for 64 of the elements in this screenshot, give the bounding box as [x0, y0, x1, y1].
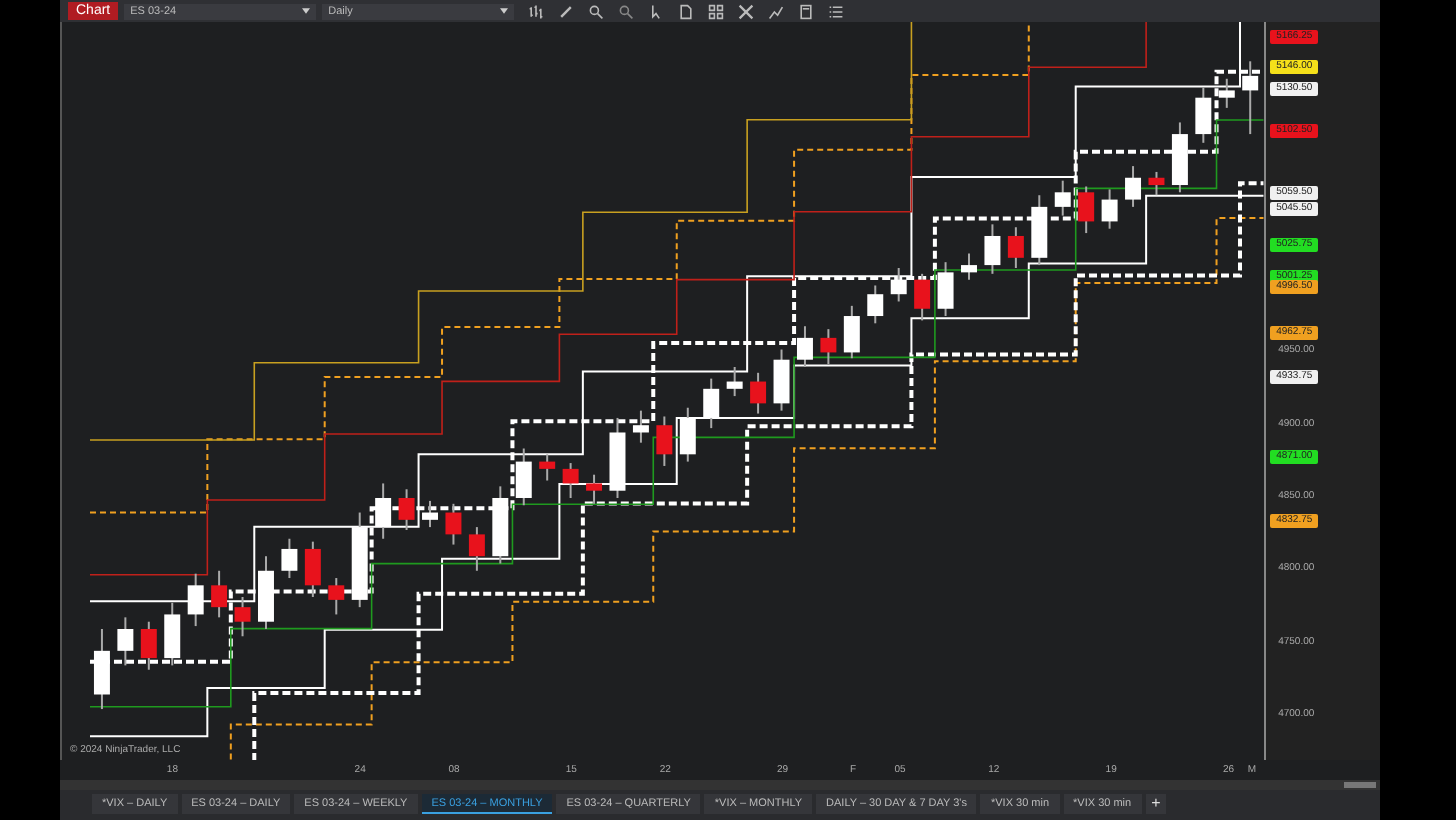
- candlestick: [867, 284, 884, 325]
- candlestick: [468, 526, 485, 572]
- tools-icon[interactable]: [738, 3, 755, 19]
- document-icon[interactable]: [678, 3, 695, 19]
- candlestick: [703, 377, 720, 430]
- candlestick: [140, 620, 157, 671]
- candlestick: [586, 473, 603, 505]
- candlestick: [796, 325, 813, 368]
- candlestick: [890, 267, 907, 303]
- candlestick: [961, 252, 977, 281]
- list-icon[interactable]: [828, 3, 845, 19]
- candlestick: [1125, 165, 1142, 208]
- zoom-out-icon[interactable]: [618, 3, 635, 19]
- candlestick: [984, 223, 1001, 275]
- candlestick: [234, 595, 251, 638]
- grid-icon[interactable]: [708, 3, 725, 19]
- pencil-icon[interactable]: [558, 3, 575, 19]
- candlestick: [422, 499, 438, 529]
- candlestick: [211, 569, 228, 619]
- candlestick: [304, 540, 321, 598]
- caret-icon: [302, 8, 311, 14]
- candlestick: [187, 572, 204, 628]
- candlestick: [1031, 194, 1048, 267]
- bar-chart-icon[interactable]: [528, 3, 545, 19]
- calculator-icon[interactable]: [798, 3, 815, 19]
- candlestick: [1054, 179, 1071, 217]
- candlestick: [750, 371, 767, 415]
- candlestick: [820, 328, 837, 366]
- candlestick: [656, 415, 673, 467]
- candlestick: [914, 272, 931, 322]
- candlestick: [1195, 86, 1212, 144]
- candlestick: [843, 304, 860, 360]
- candlestick: [117, 616, 134, 667]
- candlestick: [375, 482, 392, 540]
- line-chart-icon[interactable]: [768, 3, 785, 19]
- candlestick: [515, 447, 532, 507]
- candlestick: [328, 577, 345, 616]
- candlestick: [1148, 170, 1165, 197]
- candlestick: [937, 261, 954, 318]
- candlestick: [1171, 121, 1188, 194]
- candlestick: [492, 485, 509, 565]
- candlestick: [351, 511, 368, 609]
- candlestick: [281, 537, 298, 580]
- candlestick: [258, 555, 274, 630]
- candlestick: [1218, 77, 1235, 109]
- candlestick: [562, 462, 579, 499]
- candlestick: [726, 366, 743, 398]
- candlestick: [632, 409, 649, 444]
- caret-icon: [500, 8, 509, 14]
- candlestick: [679, 406, 696, 463]
- candlestick: [445, 502, 462, 546]
- candlestick: [539, 453, 556, 482]
- candlestick: [1007, 226, 1024, 269]
- candlestick: [1242, 60, 1259, 136]
- candlestick: [773, 348, 790, 412]
- scrollbar-thumb[interactable]: [1344, 782, 1376, 788]
- candlestick: [398, 488, 415, 531]
- zoom-in-icon[interactable]: [588, 3, 605, 19]
- candlestick: [1078, 185, 1095, 235]
- candlestick: [93, 628, 110, 711]
- candlestick: [609, 416, 626, 499]
- candlestick: [1101, 188, 1118, 230]
- add-tab-button[interactable]: +: [1145, 794, 1167, 814]
- candlestick: [164, 601, 181, 667]
